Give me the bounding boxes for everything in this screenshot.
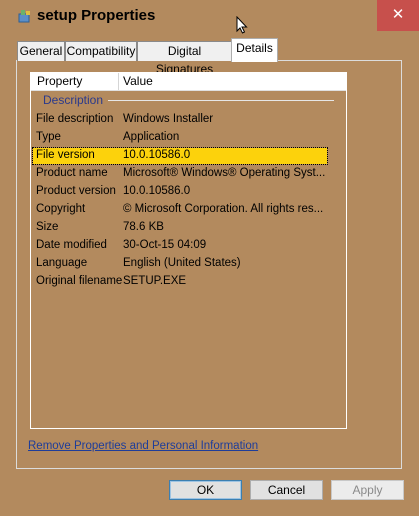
property-name: Original filename xyxy=(36,275,123,287)
property-name: Copyright xyxy=(36,203,86,215)
property-value: English (United States) xyxy=(123,257,241,269)
table-row[interactable]: Original filename SETUP.EXE xyxy=(36,274,336,290)
close-button[interactable]: ✕ xyxy=(377,0,419,31)
property-name: Date modified xyxy=(36,239,107,251)
property-name: Product version xyxy=(36,185,116,197)
mouse-cursor-icon xyxy=(236,16,248,34)
group-divider xyxy=(108,100,334,101)
close-icon: ✕ xyxy=(391,6,405,23)
table-row[interactable]: Copyright © Microsoft Corporation. All r… xyxy=(36,202,336,218)
property-value: © Microsoft Corporation. All rights res.… xyxy=(123,203,324,215)
property-name: Size xyxy=(36,221,59,233)
tab-details[interactable]: Details xyxy=(231,38,278,62)
group-label-description: Description xyxy=(43,93,104,107)
property-value: 30-Oct-15 04:09 xyxy=(123,239,207,251)
title-bar: setup Properties ✕ xyxy=(0,0,419,34)
column-divider[interactable] xyxy=(118,73,119,90)
property-value: Application xyxy=(123,131,180,143)
property-value: 78.6 KB xyxy=(123,221,164,233)
table-row[interactable]: Size 78.6 KB xyxy=(36,220,336,236)
column-header-value[interactable]: Value xyxy=(123,74,153,88)
table-row[interactable]: Product version 10.0.10586.0 xyxy=(36,184,336,200)
property-value: 10.0.10586.0 xyxy=(123,185,191,197)
tab-digital-signatures[interactable]: Digital Signatures xyxy=(137,41,232,76)
property-value: Microsoft® Windows® Operating Syst... xyxy=(123,167,326,179)
property-name: File description xyxy=(36,113,114,125)
tab-general[interactable]: General xyxy=(17,41,65,61)
table-row[interactable]: File description Windows Installer xyxy=(36,112,336,128)
table-row[interactable]: Language English (United States) xyxy=(36,256,336,272)
installer-icon xyxy=(18,10,30,23)
property-name: File version xyxy=(36,149,95,161)
property-value: SETUP.EXE xyxy=(123,275,187,287)
property-value: Windows Installer xyxy=(123,113,214,125)
table-row[interactable]: Product name Microsoft® Windows® Operati… xyxy=(36,166,336,182)
property-name: Language xyxy=(36,257,88,269)
tab-compatibility[interactable]: Compatibility xyxy=(65,41,137,61)
apply-button[interactable]: Apply xyxy=(331,480,404,500)
property-name: Product name xyxy=(36,167,108,179)
list-header: Property Value xyxy=(31,73,346,91)
remove-properties-link[interactable]: Remove Properties and Personal Informati… xyxy=(28,440,258,452)
column-header-property[interactable]: Property xyxy=(37,74,82,88)
table-row-selected[interactable]: File version 10.0.10586.0 xyxy=(32,147,328,165)
cancel-button[interactable]: Cancel xyxy=(250,480,323,500)
property-name: Type xyxy=(36,131,61,143)
table-row[interactable]: Type Application xyxy=(36,130,336,146)
property-value: 10.0.10586.0 xyxy=(123,149,191,161)
window-title: setup Properties xyxy=(37,7,156,24)
ok-button[interactable]: OK xyxy=(169,480,242,500)
table-row[interactable]: Date modified 30-Oct-15 04:09 xyxy=(36,238,336,254)
